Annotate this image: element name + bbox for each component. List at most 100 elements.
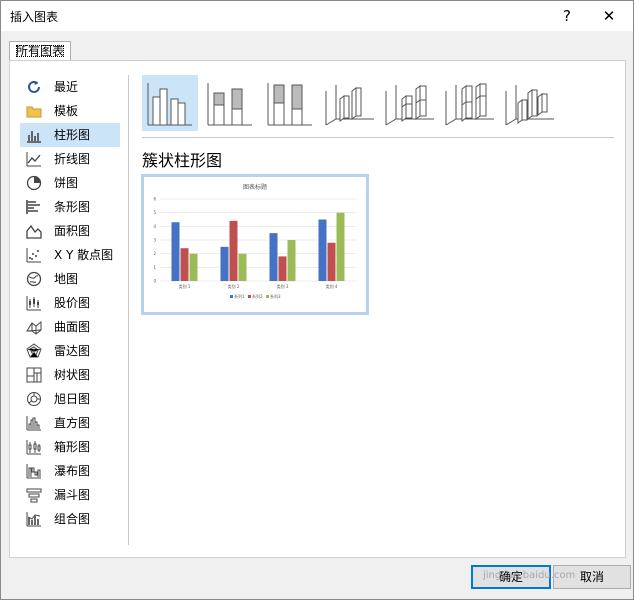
x-tick-label: 类别 1: [179, 283, 191, 289]
bar-chart-icon: [26, 200, 40, 214]
sidebar-item-treemap-chart[interactable]: 树状图: [20, 363, 120, 387]
sidebar-item-area-chart[interactable]: 面积图: [20, 219, 120, 243]
3d-stacked-column-icon: [385, 85, 434, 126]
legend-label: 系列2: [252, 293, 263, 299]
tab-all-charts[interactable]: 所有图表: [9, 41, 72, 61]
pie-chart-icon: [26, 175, 42, 191]
help-button[interactable]: ?: [547, 3, 587, 29]
sidebar-item-histogram-chart[interactable]: 直方图: [20, 411, 120, 435]
bar-3-3: [287, 240, 296, 281]
tab-all-charts-label: 所有图表: [16, 44, 65, 58]
dialog-title: 插入图表: [10, 10, 59, 24]
chart-subtype-gallery: [142, 75, 622, 131]
legend-swatch-2: [248, 295, 251, 298]
x-tick-label: 类别 2: [228, 283, 240, 289]
chart-subtype-100-stacked-column[interactable]: [262, 75, 318, 131]
sidebar-item-label: 面积图: [54, 224, 91, 238]
bar-3-4: [336, 212, 345, 281]
sidebar-item-combo-chart[interactable]: 组合图: [20, 507, 120, 531]
y-tick-label: 0: [153, 279, 156, 284]
treemap-chart-icon: [26, 367, 42, 383]
sidebar-item-label: 组合图: [54, 512, 91, 526]
sidebar-item-recent[interactable]: 最近: [20, 75, 120, 99]
box-whisker-chart-icon: [26, 440, 41, 455]
bar-2-3: [278, 256, 287, 281]
sidebar-item-label: 旭日图: [54, 392, 91, 406]
radar-chart-icon: [26, 343, 42, 358]
y-tick-label: 2: [153, 251, 156, 256]
bar-1-1: [171, 222, 180, 281]
line-chart-icon: [26, 152, 41, 167]
sidebar-item-funnel-chart[interactable]: 漏斗图: [20, 483, 120, 507]
waterfall-chart-icon: [26, 464, 41, 479]
area-chart-icon: [26, 224, 42, 239]
ok-button[interactable]: 确定: [471, 565, 551, 589]
cancel-button[interactable]: 取消: [553, 565, 631, 589]
legend-swatch-1: [230, 295, 233, 298]
sidebar-item-sunburst-chart[interactable]: 旭日图: [20, 387, 120, 411]
sidebar-item-scatter-chart[interactable]: X Y 散点图: [20, 243, 120, 267]
sidebar-item-label: 模板: [54, 104, 79, 118]
chart-subtype-3d-100-stacked-column[interactable]: [442, 75, 498, 131]
chart-subtype-3d-stacked-column[interactable]: [382, 75, 438, 131]
sidebar-item-folder[interactable]: 模板: [20, 99, 120, 123]
sunburst-chart-icon: [27, 392, 41, 406]
chart-subtype-3d-clustered-column[interactable]: [322, 75, 378, 131]
recent-icon: [28, 80, 40, 93]
sidebar-item-label: 瀑布图: [54, 464, 91, 478]
bar-3-2: [238, 253, 247, 281]
sidebar-item-label: X Y 散点图: [54, 248, 114, 262]
combo-chart-icon: [26, 512, 41, 527]
sidebar-item-line-chart[interactable]: 折线图: [20, 147, 120, 171]
sidebar-item-waterfall-chart[interactable]: 瀑布图: [20, 459, 120, 483]
bar-1-3: [269, 233, 278, 281]
sidebar-item-label: 树状图: [54, 368, 91, 382]
sidebar-item-pie-chart[interactable]: 饼图: [20, 171, 120, 195]
sidebar-item-map-chart[interactable]: 地图: [20, 267, 120, 291]
sidebar-item-label: 饼图: [54, 176, 79, 190]
x-tick-label: 类别 3: [277, 283, 289, 289]
subtype-separator: [142, 137, 614, 138]
column-chart-icon: [27, 131, 41, 143]
bar-2-4: [327, 242, 336, 281]
sidebar-item-radar-chart[interactable]: 雷达图: [20, 339, 120, 363]
chart-subtype-clustered-column[interactable]: [142, 75, 198, 131]
sidebar-item-label: 直方图: [54, 416, 91, 430]
chart-type-list: 最近模板柱形图折线图饼图条形图面积图 X Y 散点图 地图股价图曲面图雷达图树状图旭…: [20, 75, 120, 531]
sidebar-item-label: 条形图: [54, 200, 91, 214]
y-tick-label: 5: [153, 210, 156, 215]
y-tick-label: 3: [153, 238, 156, 243]
bar-1-4: [318, 219, 327, 281]
3d-clustered-column-icon: [325, 85, 374, 126]
sidebar-item-label: 最近: [54, 80, 79, 94]
legend-label: 系列3: [270, 293, 281, 299]
sidebar-item-label: 股价图: [54, 296, 91, 310]
chart-subtype-stacked-column[interactable]: [202, 75, 258, 131]
close-button[interactable]: ✕: [589, 3, 629, 29]
sidebar-item-label: 折线图: [54, 152, 91, 166]
chart-subtype-heading: 簇状柱形图: [142, 151, 223, 170]
surface-chart-icon: [26, 320, 42, 335]
chart-panel: 最近模板柱形图折线图饼图条形图面积图 X Y 散点图 地图股价图曲面图雷达图树状图旭…: [9, 60, 626, 558]
sidebar-item-label: 曲面图: [54, 320, 91, 334]
sidebar-item-stock-chart[interactable]: 股价图: [20, 291, 120, 315]
sidebar-item-surface-chart[interactable]: 曲面图: [20, 315, 120, 339]
sidebar-item-box-whisker-chart[interactable]: 箱形图: [20, 435, 120, 459]
chart-title: 图表标题: [243, 183, 267, 191]
sidebar-item-bar-chart[interactable]: 条形图: [20, 195, 120, 219]
y-tick-label: 4: [153, 224, 156, 229]
scatter-chart-icon: [26, 248, 41, 263]
chart-preview[interactable]: 图表标题 0 1 2 3 4 5 6 类别 1 类别 2 类别 3 类别 4 系列1 系列2 系列3: [141, 174, 369, 315]
sidebar-item-label: 漏斗图: [54, 488, 91, 502]
sidebar-item-column-chart[interactable]: 柱形图: [20, 123, 120, 147]
stock-chart-icon: [26, 296, 41, 311]
sidebar-item-label: 地图: [54, 272, 79, 286]
bar-1-2: [220, 246, 229, 281]
y-tick-label: 1: [153, 265, 156, 270]
chart-subtype-3d-column[interactable]: [502, 75, 558, 131]
bar-3-1: [189, 253, 198, 281]
bar-2-2: [229, 220, 238, 281]
sidebar-item-label: 箱形图: [54, 440, 91, 454]
panel-divider: [128, 75, 129, 545]
sidebar-item-label: 柱形图: [54, 128, 91, 142]
